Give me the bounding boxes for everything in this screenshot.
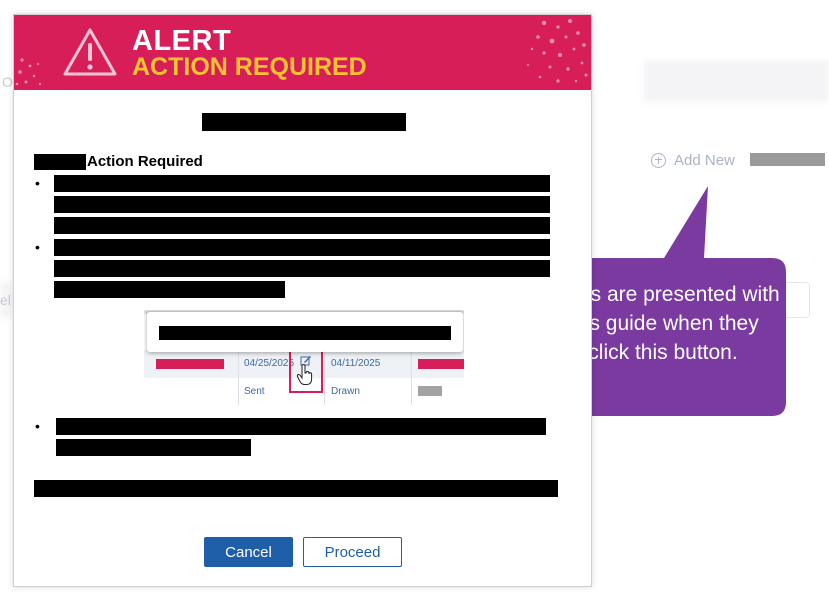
bullet-marker: • [35,175,40,191]
cancel-button[interactable]: Cancel [204,537,293,567]
decorative-dots-right [527,19,588,83]
redacted-bullet-1-line-2 [54,196,550,213]
redacted-bullet-3-line-2 [56,439,251,456]
table-divider [411,345,412,405]
redacted-bullet-2-line-1 [54,239,550,256]
table-divider [324,345,325,405]
redacted-cell-pink [156,359,224,369]
redacted-cell-gray [418,386,442,396]
background-cut-text: O [2,74,13,90]
plus-circle-icon [651,152,666,168]
redacted-bullet-2-line-2 [54,260,550,277]
alert-banner: ALERT ACTION REQUIRED [14,15,591,90]
sent-label: Sent [244,386,265,397]
sent-date: 04/25/2025 [244,358,295,369]
background-cut-text-mid: el [0,292,11,308]
add-new-button[interactable]: Add New [651,150,735,170]
redacted-bullet-3-line-1 [56,418,546,435]
bullet-marker: • [35,239,40,255]
embedded-screenshot: 04/25/2025 04/11/2025 Sent Drawn [144,310,464,405]
redacted-heading [202,113,406,131]
table-divider [238,345,239,405]
add-new-label: Add New [674,151,735,169]
background-header-blur [643,60,829,102]
alert-modal: ALERT ACTION REQUIRED Action Required • … [13,14,592,587]
redacted-bullet-1-line-3 [54,217,550,234]
proceed-button[interactable]: Proceed [303,537,402,567]
embedded-popup [147,312,463,352]
bullet-marker: • [35,418,40,434]
alert-subtitle: ACTION REQUIRED [132,53,367,81]
warning-triangle-icon [63,28,117,76]
redacted-bullet-1-line-1 [54,175,550,192]
drawn-label: Drawn [331,386,360,397]
redacted-cell-pink-right [418,359,464,369]
redacted-footer-note [34,480,558,497]
redacted-label-prefix [34,154,86,170]
redacted-bullet-2-line-3 [54,281,285,298]
decorative-dots-left [15,58,42,86]
drawn-date: 04/11/2025 [331,358,381,369]
redacted-add-new-target [750,153,825,166]
redacted-popup-text [159,326,451,340]
section-label: Action Required [87,153,203,170]
